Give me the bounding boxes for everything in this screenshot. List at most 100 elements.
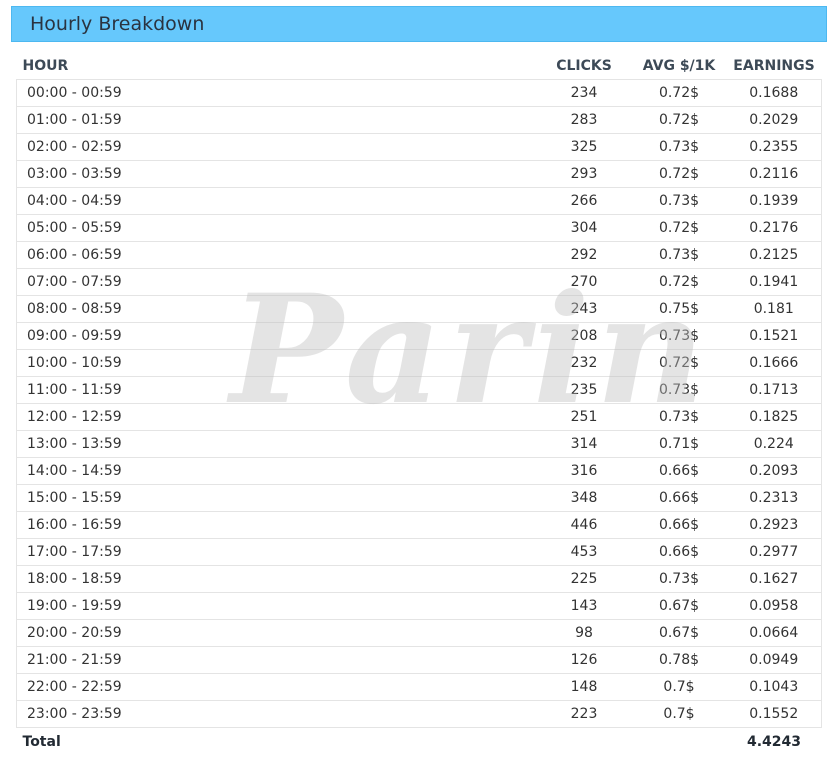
cell-clicks: 325 — [536, 133, 632, 161]
hourly-breakdown-panel: Hourly Breakdown — [11, 6, 827, 42]
cell-earnings: 0.1941 — [726, 268, 822, 296]
cell-earnings: 0.2176 — [726, 214, 822, 242]
table-row: 11:00 - 11:59 235 0.73$ 0.1713 — [16, 376, 822, 404]
cell-avg: 0.75$ — [631, 295, 727, 323]
table-row: 01:00 - 01:59 283 0.72$ 0.2029 — [16, 106, 822, 134]
column-header-hour[interactable]: HOUR — [17, 52, 537, 80]
cell-clicks: 283 — [536, 106, 632, 134]
cell-clicks: 148 — [536, 673, 632, 701]
panel-title: Hourly Breakdown — [30, 13, 205, 35]
hourly-table-wrapper: HOUR CLICKS AVG $/1K EARNINGS 00:00 - 00… — [16, 52, 822, 756]
panel-header: Hourly Breakdown — [11, 6, 827, 42]
table-row: 17:00 - 17:59 453 0.66$ 0.2977 — [16, 538, 822, 566]
cell-earnings: 0.2125 — [726, 241, 822, 269]
table-row: 13:00 - 13:59 314 0.71$ 0.224 — [16, 430, 822, 458]
table-row: 07:00 - 07:59 270 0.72$ 0.1941 — [16, 268, 822, 296]
cell-avg: 0.7$ — [631, 673, 727, 701]
table-row: 05:00 - 05:59 304 0.72$ 0.2176 — [16, 214, 822, 242]
cell-hour: 18:00 - 18:59 — [16, 565, 537, 593]
table-row: 03:00 - 03:59 293 0.72$ 0.2116 — [16, 160, 822, 188]
cell-avg: 0.73$ — [631, 241, 727, 269]
cell-earnings: 0.2029 — [726, 106, 822, 134]
hourly-breakdown-table: HOUR CLICKS AVG $/1K EARNINGS 00:00 - 00… — [16, 52, 822, 756]
cell-earnings: 0.181 — [726, 295, 822, 323]
table-row: 06:00 - 06:59 292 0.73$ 0.2125 — [16, 241, 822, 269]
cell-hour: 20:00 - 20:59 — [16, 619, 537, 647]
cell-avg: 0.66$ — [631, 511, 727, 539]
cell-hour: 16:00 - 16:59 — [16, 511, 537, 539]
cell-earnings: 0.2977 — [726, 538, 822, 566]
cell-clicks: 251 — [536, 403, 632, 431]
cell-hour: 02:00 - 02:59 — [16, 133, 537, 161]
cell-earnings: 0.1688 — [726, 79, 822, 107]
table-row: 23:00 - 23:59 223 0.7$ 0.1552 — [16, 700, 822, 728]
cell-earnings: 0.0949 — [726, 646, 822, 674]
cell-hour: 21:00 - 21:59 — [16, 646, 537, 674]
cell-clicks: 266 — [536, 187, 632, 215]
cell-avg: 0.72$ — [631, 106, 727, 134]
cell-hour: 07:00 - 07:59 — [16, 268, 537, 296]
cell-avg: 0.73$ — [631, 322, 727, 350]
cell-clicks: 98 — [536, 619, 632, 647]
cell-clicks: 348 — [536, 484, 632, 512]
cell-hour: 05:00 - 05:59 — [16, 214, 537, 242]
column-header-clicks[interactable]: CLICKS — [537, 52, 632, 80]
cell-earnings: 0.2116 — [726, 160, 822, 188]
cell-clicks: 293 — [536, 160, 632, 188]
cell-clicks: 208 — [536, 322, 632, 350]
cell-avg: 0.73$ — [631, 376, 727, 404]
cell-avg: 0.73$ — [631, 133, 727, 161]
cell-earnings: 0.1043 — [726, 673, 822, 701]
cell-hour: 08:00 - 08:59 — [16, 295, 537, 323]
table-row: 08:00 - 08:59 243 0.75$ 0.181 — [16, 295, 822, 323]
table-row: 00:00 - 00:59 234 0.72$ 0.1688 — [16, 79, 822, 107]
cell-earnings: 0.1521 — [726, 322, 822, 350]
cell-clicks: 235 — [536, 376, 632, 404]
cell-earnings: 0.2923 — [726, 511, 822, 539]
cell-clicks: 446 — [536, 511, 632, 539]
cell-clicks: 453 — [536, 538, 632, 566]
cell-clicks: 234 — [536, 79, 632, 107]
table-row: 22:00 - 22:59 148 0.7$ 0.1043 — [16, 673, 822, 701]
cell-hour: 13:00 - 13:59 — [16, 430, 537, 458]
cell-avg: 0.7$ — [631, 700, 727, 728]
column-header-earnings[interactable]: EARNINGS — [727, 52, 822, 80]
cell-hour: 14:00 - 14:59 — [16, 457, 537, 485]
cell-hour: 23:00 - 23:59 — [16, 700, 537, 728]
cell-clicks: 225 — [536, 565, 632, 593]
table-row: 12:00 - 12:59 251 0.73$ 0.1825 — [16, 403, 822, 431]
cell-earnings: 0.2093 — [726, 457, 822, 485]
cell-earnings: 0.1713 — [726, 376, 822, 404]
cell-clicks: 243 — [536, 295, 632, 323]
cell-avg: 0.67$ — [631, 619, 727, 647]
cell-earnings: 0.1825 — [726, 403, 822, 431]
cell-hour: 04:00 - 04:59 — [16, 187, 537, 215]
cell-hour: 12:00 - 12:59 — [16, 403, 537, 431]
cell-avg: 0.66$ — [631, 538, 727, 566]
cell-earnings: 0.2313 — [726, 484, 822, 512]
table-row: 04:00 - 04:59 266 0.73$ 0.1939 — [16, 187, 822, 215]
cell-earnings: 0.1627 — [726, 565, 822, 593]
cell-hour: 15:00 - 15:59 — [16, 484, 537, 512]
cell-clicks: 143 — [536, 592, 632, 620]
cell-avg: 0.72$ — [631, 160, 727, 188]
cell-clicks: 270 — [536, 268, 632, 296]
table-header-row: HOUR CLICKS AVG $/1K EARNINGS — [17, 52, 822, 80]
cell-hour: 22:00 - 22:59 — [16, 673, 537, 701]
cell-earnings: 0.0958 — [726, 592, 822, 620]
table-row: 15:00 - 15:59 348 0.66$ 0.2313 — [16, 484, 822, 512]
cell-clicks: 232 — [536, 349, 632, 377]
table-row: 09:00 - 09:59 208 0.73$ 0.1521 — [16, 322, 822, 350]
table-row: 14:00 - 14:59 316 0.66$ 0.2093 — [16, 457, 822, 485]
cell-earnings: 0.1939 — [726, 187, 822, 215]
cell-earnings: 0.1666 — [726, 349, 822, 377]
column-header-avg[interactable]: AVG $/1K — [632, 52, 727, 80]
cell-hour: 00:00 - 00:59 — [16, 79, 537, 107]
cell-clicks: 126 — [536, 646, 632, 674]
cell-hour: 17:00 - 17:59 — [16, 538, 537, 566]
cell-avg: 0.72$ — [631, 214, 727, 242]
cell-avg: 0.66$ — [631, 484, 727, 512]
cell-clicks: 292 — [536, 241, 632, 269]
total-earnings: 4.4243 — [746, 734, 802, 750]
table-row: 02:00 - 02:59 325 0.73$ 0.2355 — [16, 133, 822, 161]
